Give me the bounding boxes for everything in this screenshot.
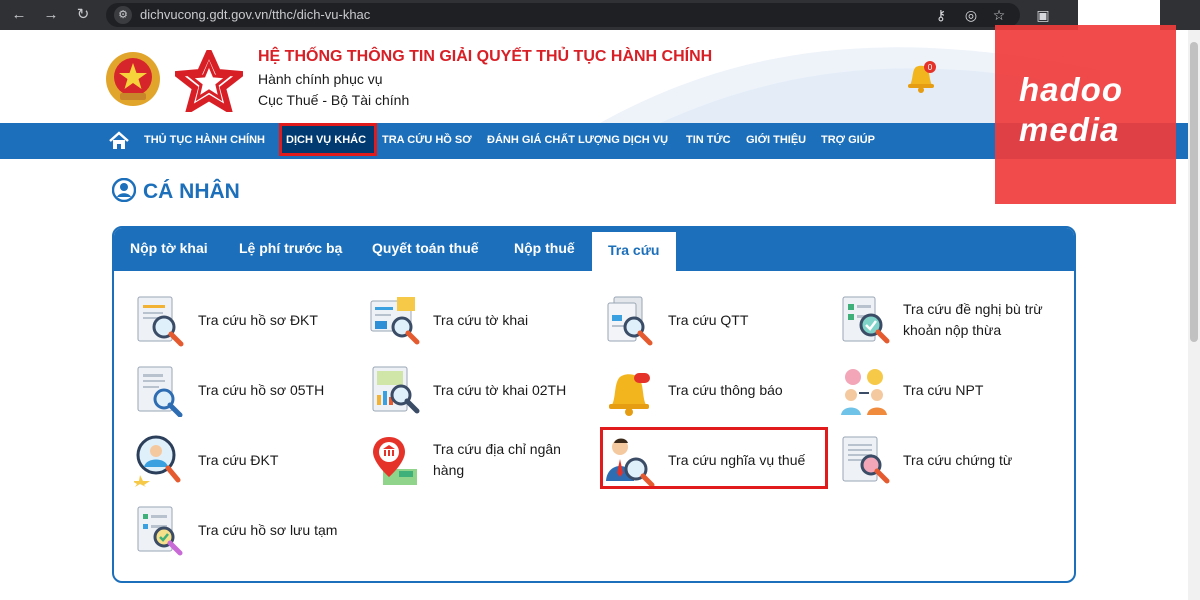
- chart-search-icon: [372, 366, 420, 414]
- document-search-icon: [137, 366, 183, 417]
- tabs-bar: Nộp tờ khai Lệ phí trước bạ Quyết toán t…: [114, 228, 1074, 271]
- bell-icon: [609, 373, 650, 416]
- service-label: Tra cứu hồ sơ 05TH: [198, 382, 325, 398]
- notification-bell-icon[interactable]: 0: [904, 58, 938, 94]
- section-title: CÁ NHÂN: [143, 180, 240, 203]
- highlight-frame: [600, 427, 828, 489]
- site-organization: Cục Thuế - Bộ Tài chính: [258, 92, 410, 108]
- service-tra-cuu-dkt[interactable]: Tra cứu ĐKT: [134, 430, 364, 490]
- service-label: Tra cứu đề nghị bù trừ khoản nộp thừa: [903, 301, 1043, 338]
- service-tra-cuu-de-nghi-bu-tru[interactable]: Tra cứu đề nghị bù trừ khoản nộp thừa: [839, 290, 1069, 350]
- service-label: Tra cứu hồ sơ ĐKT: [198, 312, 318, 328]
- saved-document-search-icon: [137, 506, 183, 556]
- reload-icon[interactable]: ↻: [72, 4, 94, 26]
- tab-le-phi-truoc-ba[interactable]: Lệ phí trước bạ: [239, 240, 342, 256]
- national-emblem-icon: [106, 52, 160, 106]
- service-label: Tra cứu địa chỉ ngân hàng: [433, 441, 561, 478]
- service-label: Tra cứu thông báo: [668, 382, 783, 398]
- service-label: Tra cứu tờ khai 02TH: [433, 382, 567, 398]
- service-label: Tra cứu tờ khai: [433, 312, 529, 328]
- service-tra-cuu-to-khai-02th[interactable]: Tra cứu tờ khai 02TH: [369, 360, 599, 420]
- file-search-icon: [607, 296, 653, 346]
- receipt-search-icon: [842, 436, 890, 484]
- watermark-text: media: [1019, 111, 1120, 148]
- scroll-thumb[interactable]: [1190, 42, 1198, 342]
- service-tra-cuu-ho-so-dkt[interactable]: Tra cứu hồ sơ ĐKT: [134, 290, 364, 350]
- service-tra-cuu-dia-chi-ngan-hang[interactable]: Tra cứu địa chỉ ngân hàng: [369, 430, 599, 490]
- notification-count: 0: [928, 63, 933, 72]
- service-label: Tra cứu NPT: [903, 382, 984, 398]
- service-tra-cuu-to-khai[interactable]: Tra cứu tờ khai: [369, 290, 599, 350]
- checklist-search-icon: [842, 296, 890, 344]
- tab-tra-cuu-label: Tra cứu: [608, 242, 660, 258]
- people-exchange-icon: [841, 369, 887, 415]
- form-search-icon: [370, 297, 420, 345]
- nav-thu-tuc-hanh-chinh[interactable]: THỦ TỤC HÀNH CHÍNH: [144, 134, 265, 146]
- url-text: dichvucong.gdt.gov.vn/tthc/dich-vu-khac: [140, 7, 371, 22]
- nav-gioi-thieu[interactable]: GIỚI THIỆU: [746, 134, 806, 146]
- key-icon[interactable]: ⚷: [930, 4, 952, 26]
- sidebar-icon[interactable]: ▣: [1032, 4, 1054, 26]
- document-search-icon: [137, 296, 184, 347]
- star-icon[interactable]: ☆: [988, 4, 1010, 26]
- watermark-logo: hadoo media: [995, 25, 1176, 204]
- tax-department-logo: [175, 50, 243, 112]
- nav-tra-cuu-ho-so[interactable]: TRA CỨU HỒ SƠ: [382, 134, 472, 146]
- service-tra-cuu-npt[interactable]: Tra cứu NPT: [839, 360, 1069, 420]
- user-icon: [112, 178, 136, 202]
- service-tra-cuu-ho-so-05th[interactable]: Tra cứu hồ sơ 05TH: [134, 360, 364, 420]
- nav-dich-vu-khac-label: DỊCH VỤ KHÁC: [286, 134, 367, 146]
- nav-tro-giup[interactable]: TRỢ GIÚP: [821, 134, 875, 146]
- tab-tra-cuu[interactable]: Tra cứu: [592, 229, 676, 271]
- address-bar[interactable]: ⚙ dichvucong.gdt.gov.vn/tthc/dich-vu-kha…: [106, 3, 1020, 27]
- scrollbar[interactable]: [1188, 30, 1200, 600]
- nav-dich-vu-khac[interactable]: DỊCH VỤ KHÁC: [279, 123, 377, 156]
- tab-quyet-toan-thue[interactable]: Quyết toán thuế: [372, 240, 479, 256]
- service-label: Tra cứu hồ sơ lưu tạm: [198, 522, 338, 538]
- bank-location-icon: [373, 437, 417, 485]
- forward-icon[interactable]: →: [40, 4, 62, 26]
- person-search-icon: [134, 435, 181, 487]
- service-tra-cuu-chung-tu[interactable]: Tra cứu chứng từ: [839, 430, 1069, 490]
- service-label: Tra cứu ĐKT: [198, 452, 279, 468]
- watermark-text: hadoo: [1019, 71, 1123, 108]
- nav-danh-gia-chat-luong[interactable]: ĐÁNH GIÁ CHẤT LƯỢNG DỊCH VỤ: [487, 134, 668, 146]
- eye-off-icon[interactable]: ◎: [960, 4, 982, 26]
- service-label: Tra cứu QTT: [668, 312, 749, 328]
- home-icon[interactable]: [108, 130, 130, 152]
- site-info-icon[interactable]: ⚙: [114, 6, 132, 24]
- service-tra-cuu-thong-bao[interactable]: Tra cứu thông báo: [604, 360, 834, 420]
- service-label: Tra cứu chứng từ: [903, 452, 1013, 468]
- service-tra-cuu-qtt[interactable]: Tra cứu QTT: [604, 290, 834, 350]
- tab-nop-thue[interactable]: Nộp thuế: [514, 240, 575, 256]
- site-subtitle: Hành chính phục vụ: [258, 71, 383, 87]
- back-icon[interactable]: ←: [8, 4, 30, 26]
- tab-nop-to-khai[interactable]: Nộp tờ khai: [130, 240, 208, 256]
- site-title: HỆ THỐNG THÔNG TIN GIẢI QUYẾT THỦ TỤC HÀ…: [258, 48, 713, 65]
- service-tra-cuu-ho-so-luu-tam[interactable]: Tra cứu hồ sơ lưu tạm: [134, 500, 364, 560]
- nav-tin-tuc[interactable]: TIN TỨC: [686, 134, 731, 146]
